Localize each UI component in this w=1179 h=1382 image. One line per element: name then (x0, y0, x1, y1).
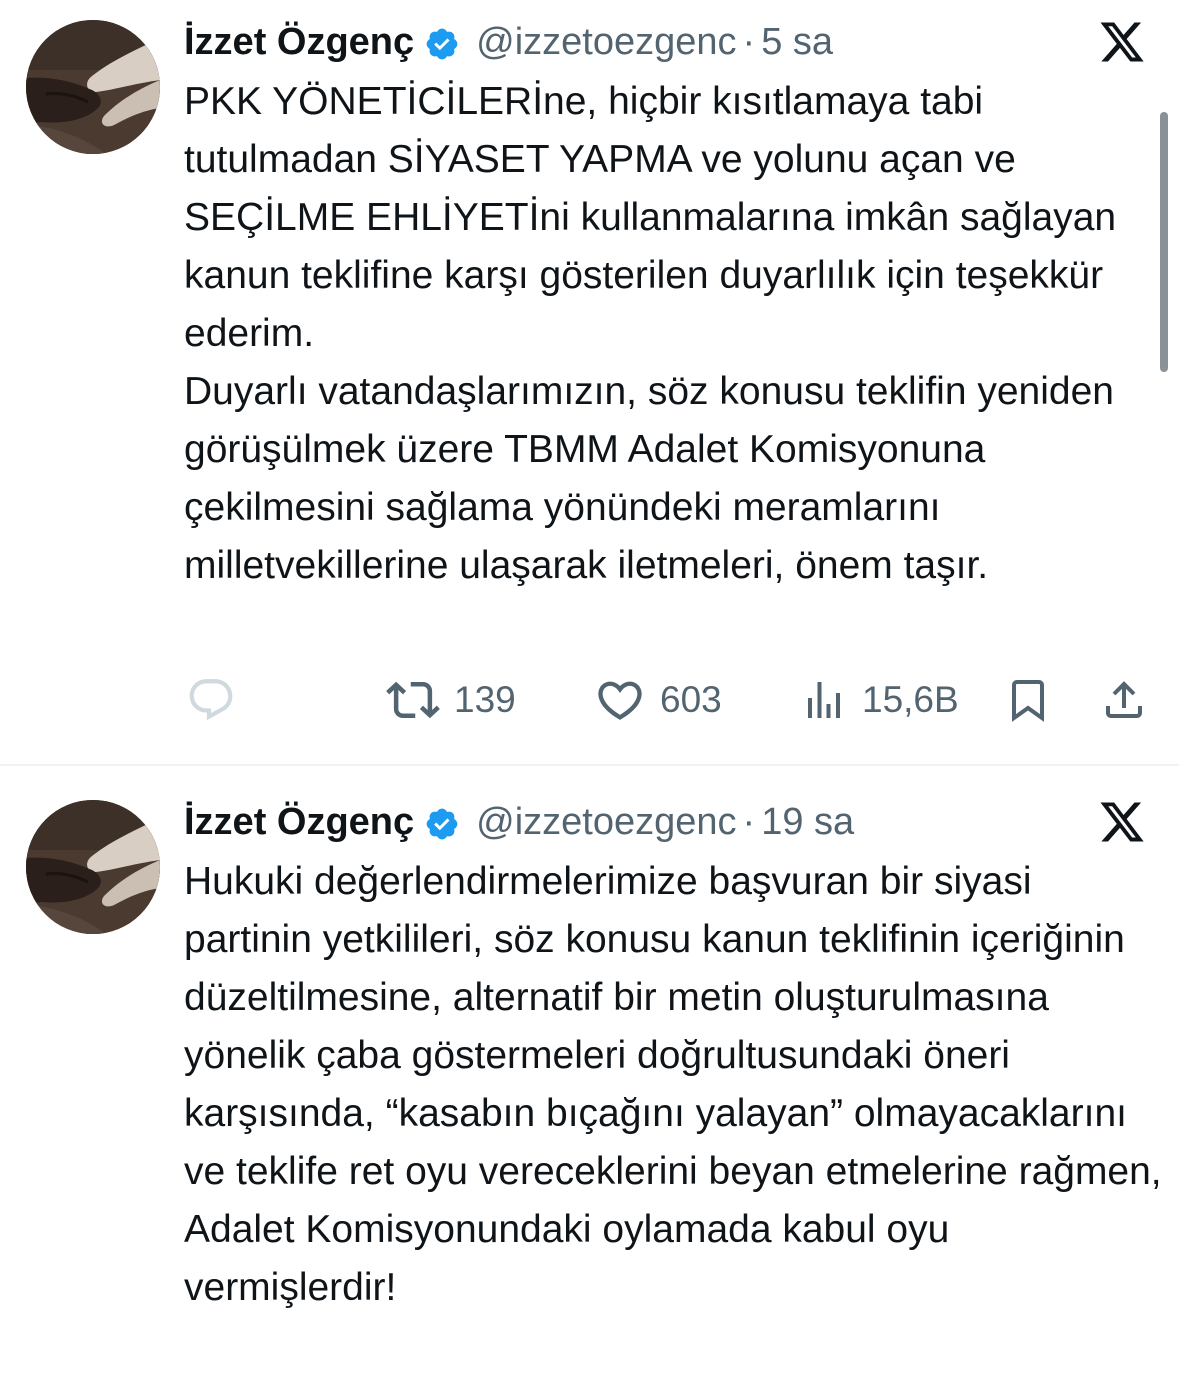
avatar[interactable] (26, 800, 160, 934)
views-count: 15,6B (862, 679, 959, 720)
tweet-text: Hukuki değerlendirmelerimize başvuran bi… (184, 860, 1162, 1309)
tweet-timestamp[interactable]: 5 sa (761, 16, 833, 68)
tweet-text: PKK YÖNETİCİLERİne, hiçbir kısıtlamaya t… (184, 80, 1117, 587)
reply-icon (186, 675, 236, 725)
x-logo-icon (1098, 18, 1146, 66)
like-count: 603 (660, 679, 722, 720)
retweet-icon (386, 673, 440, 727)
separator-dot: · (742, 21, 756, 63)
share-button[interactable] (1100, 668, 1148, 732)
verified-badge-icon (424, 804, 460, 840)
heart-icon (594, 674, 646, 726)
verified-badge-icon (424, 24, 460, 60)
tweet-actions: 139 603 15,6B (0, 668, 1179, 732)
retweet-button[interactable]: 139 (386, 668, 516, 732)
author-handle[interactable]: @izzetoezgenc (476, 796, 736, 848)
separator-dot: · (742, 801, 756, 843)
avatar-image (26, 800, 160, 934)
tweet-header: İzzet Özgenç @izzetoezgenc · 19 sa (184, 796, 854, 848)
author-name[interactable]: İzzet Özgenç (184, 796, 414, 848)
tweet-timestamp[interactable]: 19 sa (761, 796, 854, 848)
share-icon (1100, 676, 1148, 724)
author-name[interactable]: İzzet Özgenç (184, 16, 414, 68)
avatar[interactable] (26, 20, 160, 154)
like-button[interactable]: 603 (594, 668, 722, 732)
bookmark-button[interactable] (1004, 668, 1052, 732)
avatar-image (26, 20, 160, 154)
tweet-header: İzzet Özgenç @izzetoezgenc · 5 sa (184, 16, 833, 68)
retweet-count: 139 (454, 679, 516, 720)
tweet-card[interactable]: İzzet Özgenç @izzetoezgenc · 5 sa PKK YÖ… (0, 0, 1179, 764)
reply-button[interactable] (186, 668, 236, 732)
scrollbar[interactable] (1160, 112, 1168, 372)
author-handle[interactable]: @izzetoezgenc (476, 16, 736, 68)
bookmark-icon (1004, 676, 1052, 724)
views-button[interactable]: 15,6B (800, 668, 959, 732)
views-chart-icon (800, 676, 848, 724)
x-logo-icon (1098, 798, 1146, 846)
